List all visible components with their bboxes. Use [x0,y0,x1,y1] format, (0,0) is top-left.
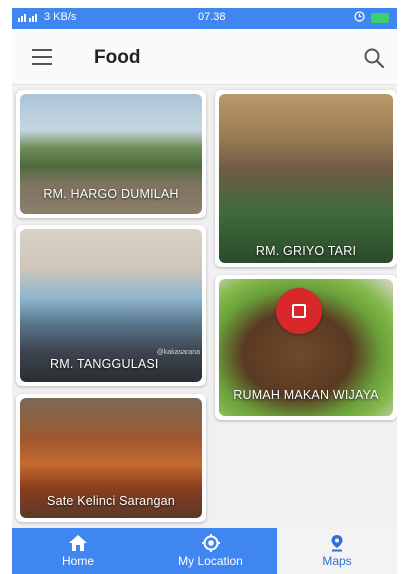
food-photo: RM. GRIYO TARI [219,94,393,263]
status-left: 3 KB/s [18,11,76,23]
home-icon [69,535,87,551]
stop-icon [292,304,306,318]
nav-label: Maps [322,554,352,568]
photo-watermark: @kakasarana [156,349,200,356]
app-bar: Food [12,29,397,85]
food-card-title: RM. HARGO DUMILAH [43,187,179,201]
food-card-title: RM. TANGGULASI [50,357,159,371]
food-card-rumah-makan-wijaya[interactable]: RUMAH MAKAN WIJAYA [215,275,397,420]
food-card-sate-kelinci-sarangan[interactable]: Sate Kelinci Sarangan [16,394,206,522]
food-card-griyo-tari[interactable]: RM. GRIYO TARI [215,90,397,267]
food-card-title: Sate Kelinci Sarangan [47,494,175,508]
alarm-icon [354,11,365,22]
location-icon [201,534,220,552]
status-bar: 3 KB/s 07.38 [12,8,397,29]
record-button[interactable] [276,288,322,334]
status-time: 07.38 [198,11,226,23]
signal-icon [18,14,37,22]
nav-label: Home [61,554,94,568]
search-icon[interactable] [363,47,385,69]
nav-label: My Location [178,554,243,568]
food-photo: RM. HARGO DUMILAH [20,94,202,214]
bottom-navigation: Home My Location Maps [12,528,397,574]
food-photo: RM. TANGGULASI @kakasarana [20,229,202,382]
page-title: Food [94,47,141,68]
network-speed: 3 KB/s [44,11,77,23]
app-frame: 3 KB/s 07.38 Food RM. HARGO DUMILAH RM. … [12,8,397,574]
nav-home[interactable]: Home [12,528,144,574]
food-card-title: RUMAH MAKAN WIJAYA [233,388,379,402]
food-photo: Sate Kelinci Sarangan [20,398,202,518]
food-card-title: RM. GRIYO TARI [255,244,357,258]
battery-icon [371,12,389,23]
status-right [354,11,389,23]
food-card-tanggulasi[interactable]: RM. TANGGULASI @kakasarana [16,225,206,386]
food-list: RM. HARGO DUMILAH RM. GRIYO TARI RM. TAN… [12,85,397,536]
map-pin-icon [331,535,343,552]
menu-icon[interactable] [32,49,52,65]
food-photo: RUMAH MAKAN WIJAYA [219,279,393,416]
nav-maps[interactable]: Maps [277,528,397,574]
food-card-hargo-dumilah[interactable]: RM. HARGO DUMILAH [16,90,206,218]
nav-my-location[interactable]: My Location [144,528,277,574]
